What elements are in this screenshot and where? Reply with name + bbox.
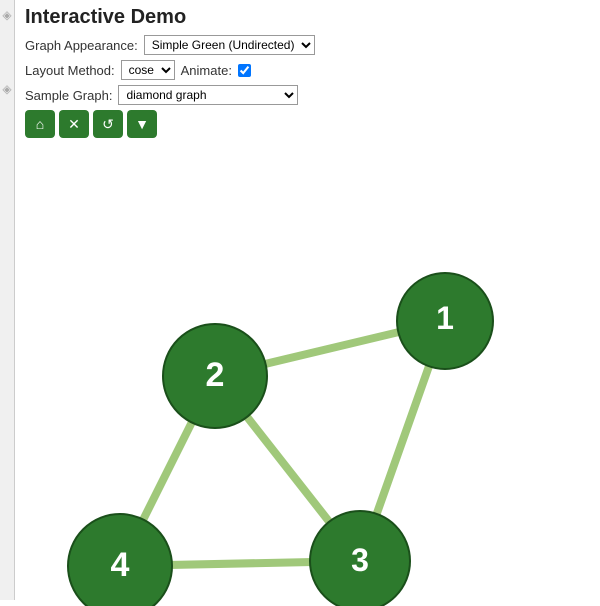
graph-appearance-select[interactable]: Simple Green (Undirected) [144,35,315,55]
refresh-button[interactable]: ↺ [93,110,123,138]
fit-button[interactable]: ✕ [59,110,89,138]
layout-row: Layout Method: cose Animate: [25,60,590,80]
download-button[interactable]: ▼ [127,110,157,138]
sample-graph-select[interactable]: diamond graph [118,85,298,105]
page: ◈ ◈ Interactive Demo Graph Appearance: S… [0,0,600,600]
layout-method-label: Layout Method: [25,63,115,78]
animate-checkbox[interactable] [238,64,251,77]
layout-method-select[interactable]: cose [121,60,175,80]
node-3-label: 3 [351,542,369,578]
sidebar-icon-bottom: ◈ [0,82,14,96]
sample-graph-row: Sample Graph: diamond graph [25,85,590,105]
sample-graph-label: Sample Graph: [25,88,112,103]
animate-label: Animate: [181,63,232,78]
toolbar: ⌂ ✕ ↺ ▼ [25,110,590,138]
main-content: Interactive Demo Graph Appearance: Simpl… [15,0,600,600]
page-title: Interactive Demo [25,6,590,29]
left-sidebar: ◈ ◈ [0,0,15,600]
node-4-label: 4 [111,546,130,584]
graph-area: 1 2 3 4 [25,146,590,606]
home-button[interactable]: ⌂ [25,110,55,138]
graph-appearance-label: Graph Appearance: [25,38,138,53]
graph-svg: 1 2 3 4 [25,146,590,606]
appearance-row: Graph Appearance: Simple Green (Undirect… [25,35,590,55]
node-2-label: 2 [206,356,225,394]
node-1-label: 1 [436,300,454,336]
sidebar-icon-top: ◈ [0,8,14,22]
